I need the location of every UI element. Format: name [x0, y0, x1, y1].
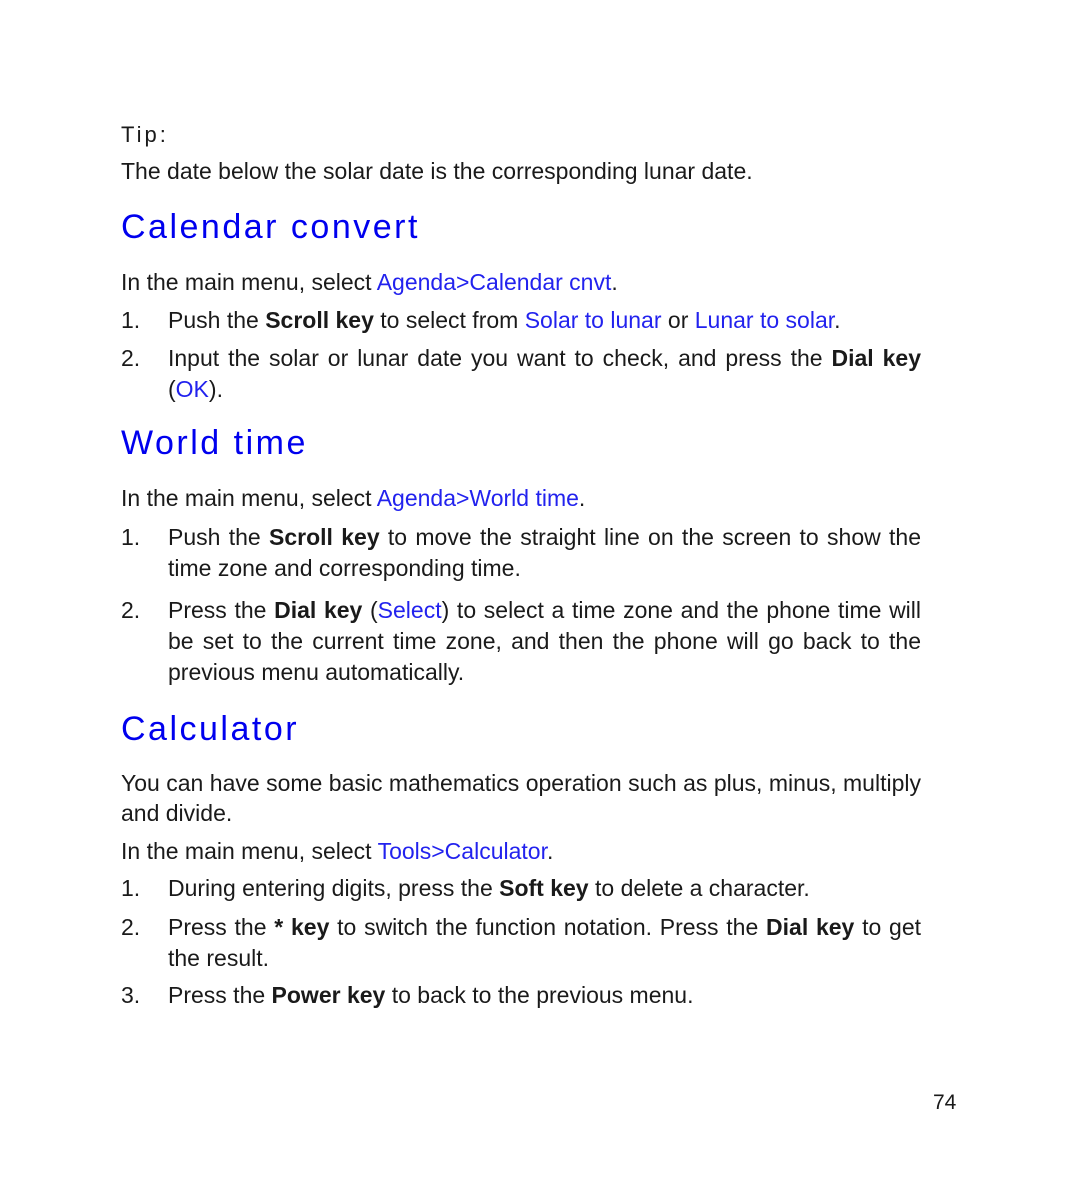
step-number: 1.: [121, 307, 141, 333]
key-name: Scroll key: [269, 524, 380, 550]
heading-world-time: World time: [121, 424, 308, 462]
step-text: Push the: [168, 524, 270, 550]
intro-text: In the main menu, select: [121, 485, 377, 511]
step-text: or: [661, 307, 695, 333]
calendar-intro: In the main menu, select Agenda>Calendar…: [121, 267, 921, 297]
list-item: 2. Press the * key to switch the functio…: [121, 912, 921, 974]
step-text: to select from: [373, 307, 525, 333]
step-text: (: [362, 597, 378, 623]
step-text: Press the: [168, 982, 272, 1008]
intro-text: In the main menu, select: [121, 269, 377, 295]
list-item: 3. Press the Power key to back to the pr…: [121, 980, 921, 1011]
step-text: to back to the previous menu.: [385, 982, 694, 1008]
step-text: .: [834, 307, 841, 333]
step-text: During entering digits, press the: [168, 875, 500, 901]
step-text: to switch the function notation. Press t…: [329, 914, 767, 940]
menu-path-link: Tools>Calculator: [377, 838, 547, 864]
step-number: 2.: [121, 914, 141, 940]
key-name: Power key: [271, 982, 386, 1008]
menu-path-link: Agenda>Calendar cnvt: [376, 269, 612, 295]
intro-suffix: .: [546, 838, 554, 864]
tip-label: Tip:: [121, 122, 169, 147]
step-number: 1.: [121, 875, 141, 901]
step-text: Press the: [168, 914, 275, 940]
tip-text: The date below the solar date is the cor…: [121, 158, 753, 184]
key-name: Scroll key: [265, 307, 374, 333]
key-name: Dial key: [766, 914, 855, 940]
list-item: 2. Press the Dial key (Select) to select…: [121, 595, 921, 688]
step-text: Push the: [168, 307, 266, 333]
option-link: Solar to lunar: [524, 307, 662, 333]
list-item: 2. Input the solar or lunar date you wan…: [121, 343, 921, 405]
key-name: Dial key: [274, 597, 363, 623]
step-text: to delete a character.: [588, 875, 810, 901]
step-number: 2.: [121, 597, 141, 623]
manual-page: Tip: The date below the solar date is th…: [0, 0, 1080, 1197]
step-text: (: [168, 376, 176, 402]
calculator-description: You can have some basic mathematics oper…: [121, 770, 921, 826]
step-number: 3.: [121, 982, 141, 1008]
intro-text: In the main menu, select: [121, 838, 378, 864]
key-name: * key: [274, 914, 330, 940]
softkey-label: Select: [377, 597, 442, 623]
step-number: 1.: [121, 524, 141, 550]
intro-suffix: .: [611, 269, 618, 295]
intro-suffix: .: [578, 485, 586, 511]
menu-path-link: Agenda>World time: [376, 485, 579, 511]
list-item: 1. Push the Scroll key to move the strai…: [121, 522, 921, 584]
list-item: 1. Push the Scroll key to select from So…: [121, 305, 921, 336]
page-number: 74: [933, 1091, 957, 1114]
world-time-intro: In the main menu, select Agenda>World ti…: [121, 483, 921, 513]
option-link: Lunar to solar: [694, 307, 835, 333]
step-text: Press the: [168, 597, 275, 623]
heading-calendar-convert: Calendar convert: [121, 208, 420, 246]
step-text: Input the solar or lunar date you want t…: [168, 345, 832, 371]
heading-calculator: Calculator: [121, 710, 300, 748]
key-name: Dial key: [831, 345, 922, 371]
key-name: Soft key: [499, 875, 589, 901]
step-text: ).: [208, 376, 223, 402]
list-item: 1. During entering digits, press the Sof…: [121, 873, 921, 904]
calculator-intro: In the main menu, select Tools>Calculato…: [121, 836, 921, 866]
step-number: 2.: [121, 345, 141, 371]
softkey-label: OK: [175, 376, 209, 402]
